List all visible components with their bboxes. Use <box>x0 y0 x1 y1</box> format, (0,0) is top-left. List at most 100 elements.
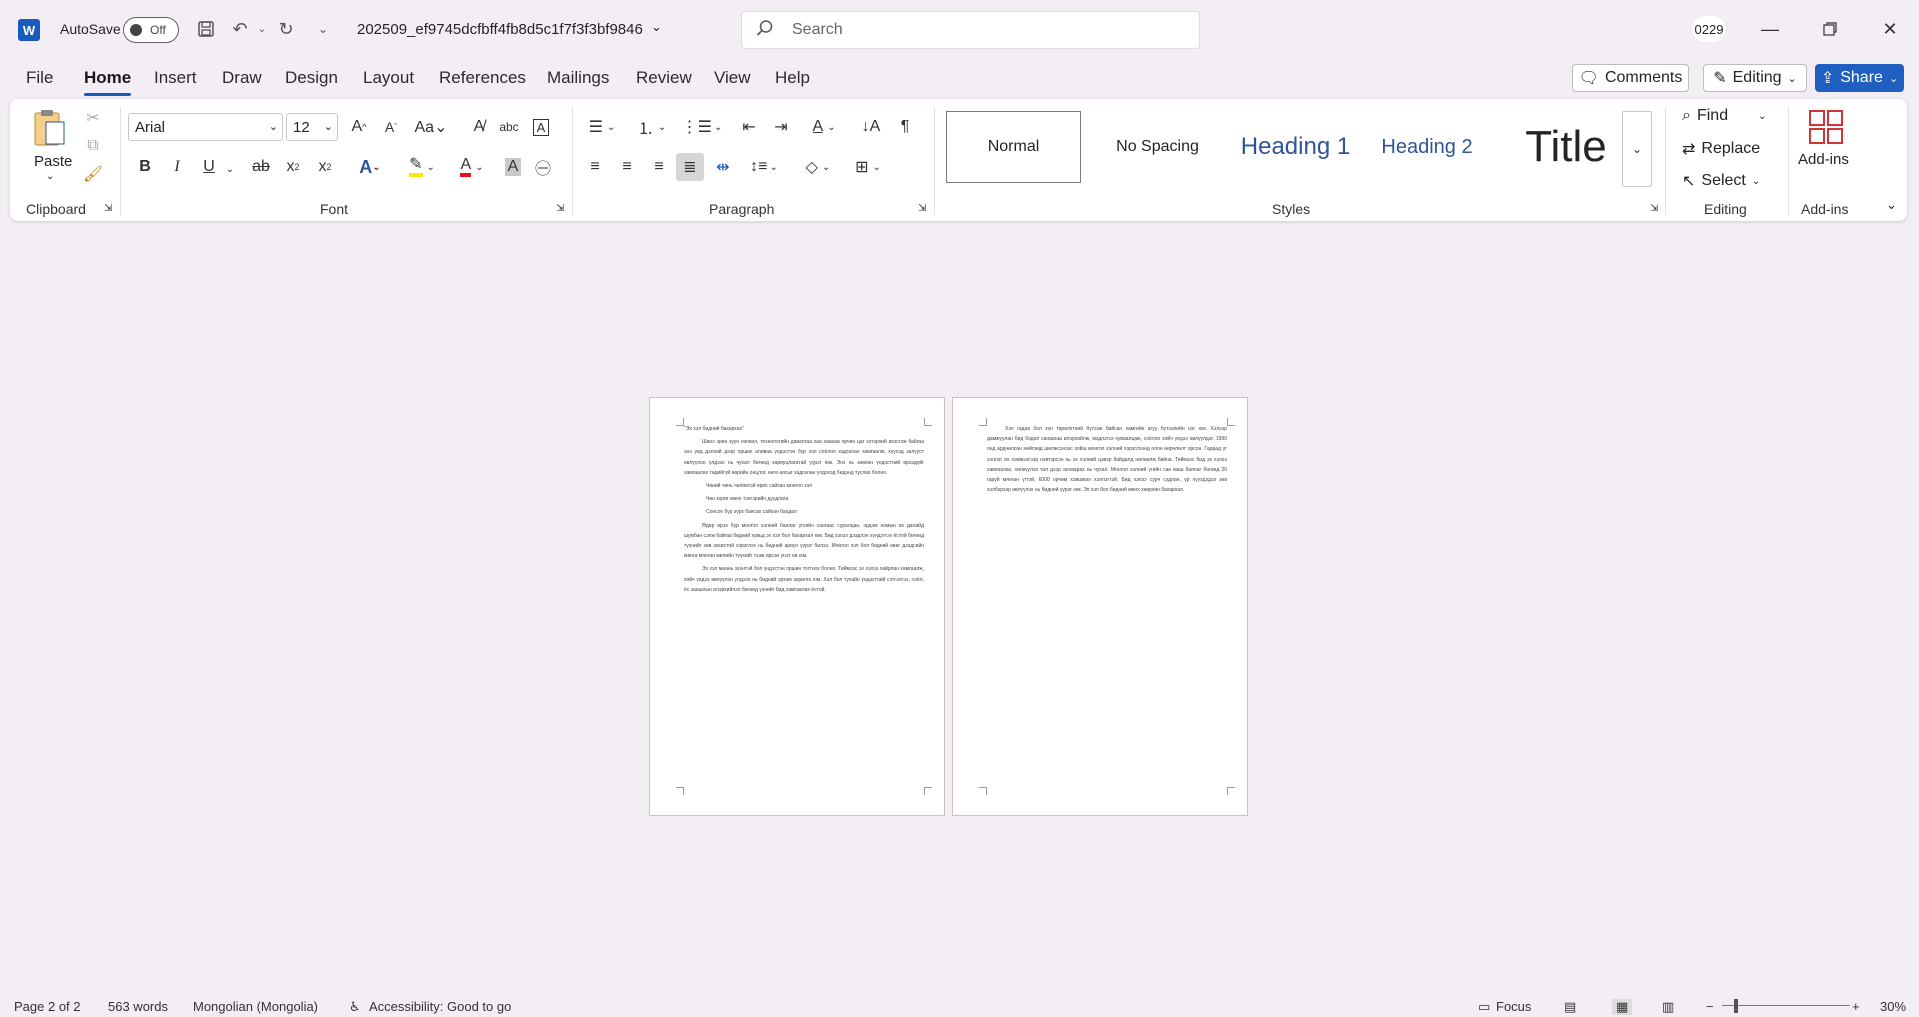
bullets-icon[interactable]: ☰ ⌄ <box>582 113 622 141</box>
zoom-slider-handle[interactable] <box>1734 999 1738 1013</box>
comments-button[interactable]: 🗨 Comments <box>1572 64 1689 92</box>
font-launcher-icon[interactable]: ⇲ <box>556 203 564 214</box>
web-layout-icon[interactable]: ▥ <box>1662 999 1674 1015</box>
chinese-layout-icon[interactable]: A̲ ⌄ <box>804 113 844 141</box>
tab-layout[interactable]: Layout <box>363 68 414 88</box>
document-title[interactable]: 202509_ef9745dcfbff4fb8d5c1f7f3f3bf9846 <box>357 21 643 38</box>
redo-icon[interactable]: ↻ <box>273 16 299 42</box>
grow-font-icon[interactable]: A ^ <box>346 113 372 141</box>
subscript-icon[interactable]: x2 <box>280 153 306 181</box>
align-right-icon[interactable]: ≡ <box>646 153 672 181</box>
editing-mode-button[interactable]: ✎ Editing ⌄ <box>1703 64 1807 92</box>
underline-chevron-icon[interactable]: ⌄ <box>224 155 236 183</box>
autosave-toggle[interactable]: Off <box>123 17 179 43</box>
paste-icon[interactable] <box>32 107 66 149</box>
styles-more-icon[interactable]: ⌄ <box>1622 111 1652 187</box>
paragraph-launcher-icon[interactable]: ⇲ <box>918 203 926 214</box>
paste-label[interactable]: Paste <box>34 153 72 170</box>
language-indicator[interactable]: Mongolian (Mongolia) <box>193 999 318 1014</box>
accessibility-icon[interactable]: ♿︎ <box>349 999 361 1015</box>
replace-button[interactable]: ⇄ Replace <box>1682 139 1760 159</box>
styles-launcher-icon[interactable]: ⇲ <box>1650 203 1658 214</box>
zoom-in-icon[interactable]: + <box>1852 999 1860 1014</box>
superscript-icon[interactable]: x2 <box>312 153 338 181</box>
undo-dropdown-icon[interactable]: ⌄ <box>249 16 275 42</box>
underline-icon[interactable]: U <box>196 153 222 181</box>
tab-draw[interactable]: Draw <box>222 68 262 88</box>
show-formatting-icon[interactable]: ¶ <box>892 113 918 141</box>
shading-icon[interactable]: ◇ ⌄ <box>798 153 838 181</box>
distributed-icon[interactable]: ⇹ <box>710 153 736 181</box>
cut-icon[interactable]: ✂ <box>82 107 104 129</box>
borders-icon[interactable]: ⊞ ⌄ <box>848 153 888 181</box>
zoom-level[interactable]: 30% <box>1880 999 1906 1014</box>
focus-icon[interactable]: ▭ <box>1478 999 1490 1015</box>
strikethrough-icon[interactable]: ab <box>248 153 274 181</box>
numbering-icon[interactable]: ⒈ ⌄ <box>632 113 672 141</box>
collapse-ribbon-icon[interactable]: ⌄ <box>1886 197 1897 213</box>
user-avatar[interactable]: 0229 <box>1692 16 1726 42</box>
phonetic-guide-icon[interactable]: abc <box>496 113 522 141</box>
title-chevron-icon[interactable]: ⌄ <box>651 19 662 35</box>
style-heading-2[interactable]: Heading 2 <box>1362 111 1492 183</box>
line-spacing-icon[interactable]: ↕≡ ⌄ <box>744 153 784 181</box>
align-center-icon[interactable]: ≡ <box>614 153 640 181</box>
tab-help[interactable]: Help <box>775 68 810 88</box>
focus-label[interactable]: Focus <box>1496 999 1531 1014</box>
highlight-color-icon[interactable]: ✎ ⌄ <box>402 153 442 181</box>
zoom-out-icon[interactable]: − <box>1706 999 1714 1014</box>
multilevel-list-icon[interactable]: ⋮☰ ⌄ <box>682 113 723 141</box>
tab-review[interactable]: Review <box>636 68 692 88</box>
decrease-indent-icon[interactable]: ⇤ <box>736 113 762 141</box>
tab-view[interactable]: View <box>714 68 751 88</box>
align-left-icon[interactable]: ≡ <box>582 153 608 181</box>
clipboard-launcher-icon[interactable]: ⇲ <box>104 203 112 214</box>
tab-mailings[interactable]: Mailings <box>547 68 609 88</box>
minimize-icon[interactable]: — <box>1750 14 1790 44</box>
restore-icon[interactable] <box>1810 14 1850 44</box>
word-count[interactable]: 563 words <box>108 999 168 1014</box>
select-button[interactable]: ↖ Select ⌄ <box>1682 171 1760 191</box>
customize-toolbar-icon[interactable]: ⌄ <box>310 16 336 42</box>
share-button[interactable]: ⇪ Share ⌄ <box>1815 64 1904 92</box>
font-color-icon[interactable]: A ⌄ <box>452 153 492 181</box>
document-page-1[interactable]: "Эх хэл бидний бахархал" Шинэ эрин зуун … <box>649 397 945 816</box>
save-icon[interactable] <box>193 16 219 42</box>
text-effects-icon[interactable]: A ⌄ <box>350 153 390 181</box>
print-layout-icon[interactable]: ▦ <box>1612 999 1633 1015</box>
tab-insert[interactable]: Insert <box>154 68 197 88</box>
character-border-icon[interactable]: A <box>528 113 554 141</box>
italic-icon[interactable]: I <box>164 153 190 181</box>
bold-icon[interactable]: B <box>132 153 158 181</box>
paste-chevron-icon[interactable]: ⌄ <box>46 171 54 182</box>
justify-icon[interactable]: ≣ <box>676 153 704 181</box>
shrink-font-icon[interactable]: Aˇ <box>378 113 404 141</box>
document-page-2[interactable]: Хэл гадаа бол хүн төрөлхтний бүтээж байс… <box>952 397 1248 816</box>
style-heading-1[interactable]: Heading 1 <box>1228 111 1363 183</box>
copy-icon[interactable]: ⧉ <box>82 135 104 157</box>
enclose-characters-icon[interactable]: ㊀ <box>530 153 556 181</box>
font-name-dropdown[interactable]: Arial ⌄ <box>128 113 283 141</box>
format-painter-icon[interactable]: 🖌 <box>82 163 104 185</box>
style-normal[interactable]: Normal <box>946 111 1081 183</box>
zoom-slider-track[interactable] <box>1722 1005 1850 1006</box>
tab-design[interactable]: Design <box>285 68 338 88</box>
sort-icon[interactable]: ↓A <box>858 113 884 141</box>
page-count[interactable]: Page 2 of 2 <box>14 999 81 1014</box>
search-box[interactable]: Search <box>741 11 1200 49</box>
addins-label[interactable]: Add-ins <box>1798 151 1849 168</box>
font-size-dropdown[interactable]: 12 ⌄ <box>286 113 338 141</box>
increase-indent-icon[interactable]: ⇥ <box>768 113 794 141</box>
accessibility-status[interactable]: Accessibility: Good to go <box>369 999 511 1014</box>
find-button[interactable]: ⌕ Find ⌄ <box>1682 107 1766 125</box>
tab-home[interactable]: Home <box>84 68 132 96</box>
tab-references[interactable]: References <box>439 68 526 88</box>
style-title[interactable]: Title <box>1496 111 1636 183</box>
close-icon[interactable]: ✕ <box>1870 14 1910 44</box>
clear-formatting-icon[interactable]: A̸ <box>466 113 492 141</box>
character-shading-icon[interactable]: A <box>500 153 526 181</box>
tab-file[interactable]: File <box>26 68 53 88</box>
style-no-spacing[interactable]: No Spacing <box>1090 111 1225 183</box>
change-case-icon[interactable]: Aa⌄ <box>412 113 450 141</box>
read-mode-icon[interactable]: ▤ <box>1564 999 1576 1015</box>
